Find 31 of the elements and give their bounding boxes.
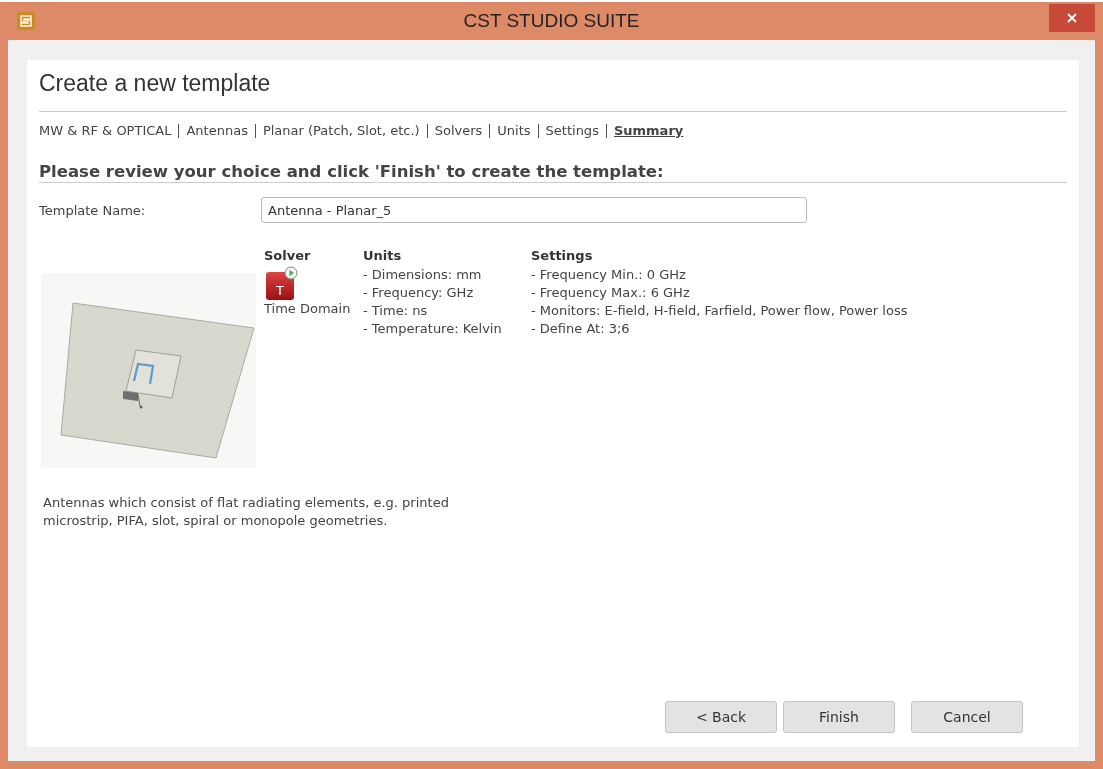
setting-item: - Monitors: E-field, H-field, Farfield, Power flow, Power loss [531, 302, 908, 320]
breadcrumb-link[interactable]: Settings [545, 123, 599, 138]
dialog-button[interactable]: < Back [665, 701, 777, 733]
column-heading: Solver [264, 247, 312, 264]
app-logo-icon [16, 11, 36, 31]
column-heading: Units [363, 247, 403, 264]
setting-item: - Define At: 3;6 [531, 320, 631, 338]
unit-item: - Temperature: Kelvin [363, 320, 503, 338]
unit-item: - Frequency: GHz [363, 284, 475, 302]
breadcrumb-link[interactable]: MW & RF & OPTICAL [39, 123, 172, 138]
template-name-field[interactable]: Antenna - Planar_5 [261, 197, 807, 223]
template-description: Antennas which consist of flat radiating elements, e.g. printed microstrip, PIFA, slot, spiral or monopole geometries. [43, 494, 450, 530]
breadcrumb-link[interactable]: Summary [613, 123, 684, 138]
solver-name: Time Domain [264, 300, 352, 318]
window-title: CST STUDIO SUITE [463, 10, 640, 32]
breadcrumb-link[interactable]: Units [497, 123, 531, 138]
close-icon [1067, 13, 1077, 23]
dialog-heading: Create a new template [39, 70, 1067, 112]
close-button[interactable] [1049, 4, 1095, 32]
setting-item: - Frequency Min.: 0 GHz [531, 266, 687, 284]
dialog-button[interactable]: Finish [783, 701, 895, 733]
breadcrumb-link[interactable]: Solvers [434, 123, 483, 138]
section-title: Please review your choice and click 'Finish' to create the template: [39, 162, 1067, 183]
unit-item: - Time: ns [363, 302, 429, 320]
field-label: Template Name: [39, 202, 147, 218]
unit-item: - Dimensions: mm [363, 266, 483, 284]
breadcrumb-link[interactable]: Planar (Patch, Slot, etc.) [262, 123, 420, 138]
breadcrumb-link[interactable]: Antennas [186, 123, 248, 138]
dialog-button[interactable]: Cancel [911, 701, 1023, 733]
column-heading: Settings [531, 247, 594, 264]
setting-item: - Frequency Max.: 6 GHz [531, 284, 691, 302]
